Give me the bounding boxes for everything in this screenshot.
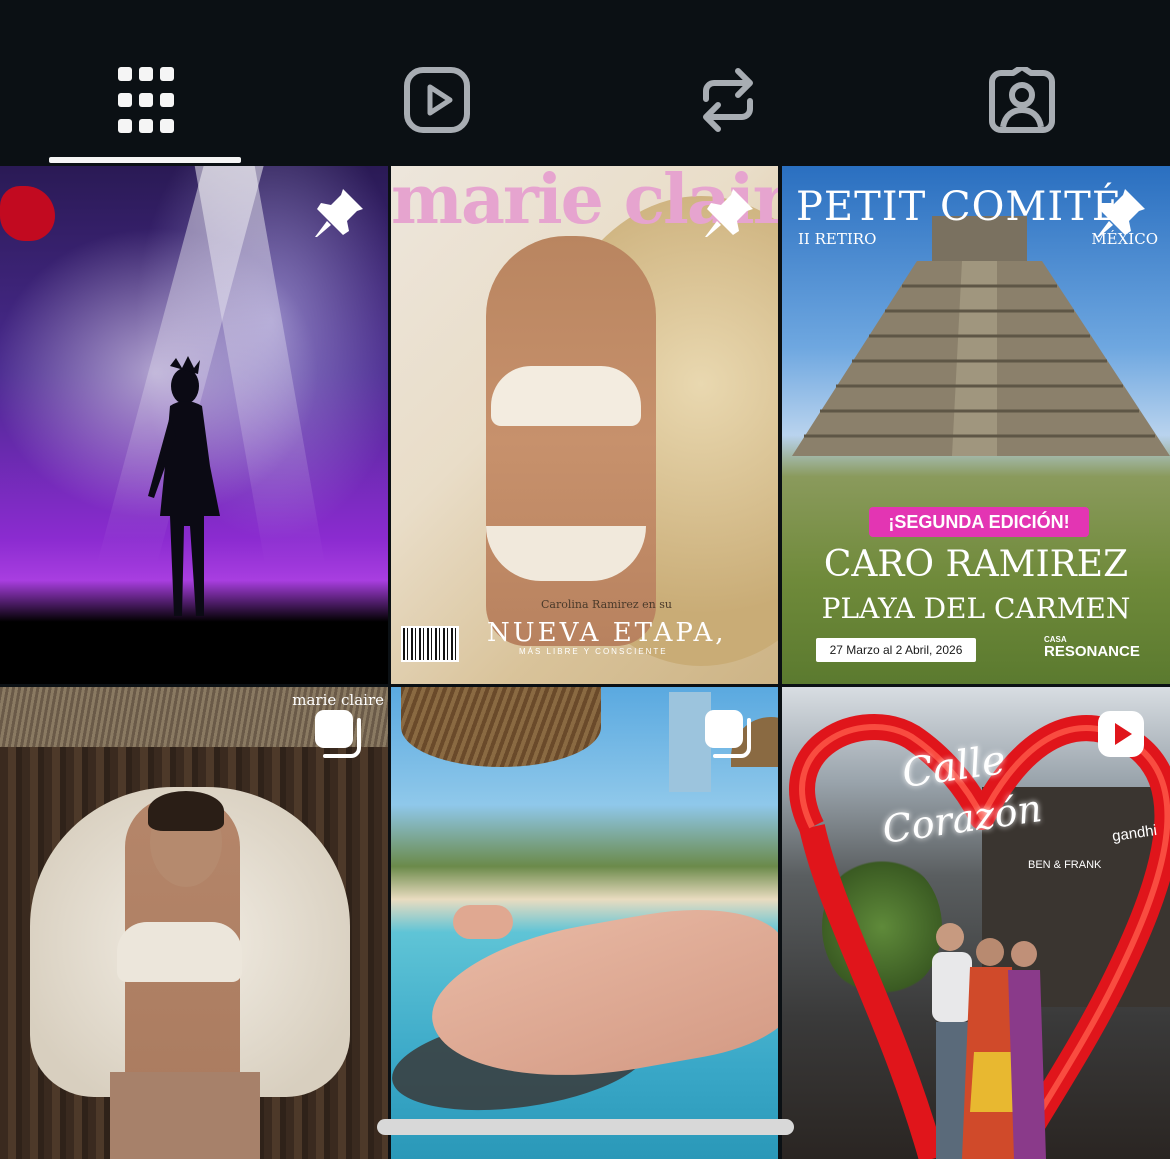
scroll-indicator[interactable]: [377, 1119, 794, 1135]
post-thumbnail-magazine[interactable]: marie claire Carolina Ramirez en su NUEV…: [391, 166, 778, 684]
selected-tab-indicator: [49, 157, 241, 163]
tab-tagged[interactable]: [962, 50, 1082, 150]
hand: [453, 905, 513, 939]
performer-silhouette: [148, 356, 220, 616]
tagged-icon: [989, 67, 1055, 133]
beach-umbrella: [401, 687, 601, 767]
poster-name: CARO RAMIREZ: [823, 544, 1129, 585]
cover-subline: Carolina Ramirez en su: [541, 598, 672, 611]
edition-badge: ¡SEGUNDA EDICIÓN!: [869, 507, 1089, 537]
model-top: [491, 366, 641, 426]
post-thumbnail-pool[interactable]: [391, 687, 778, 1159]
carousel-icon: [315, 710, 361, 758]
reel-icon: [1098, 711, 1144, 757]
tab-reels[interactable]: [377, 50, 497, 150]
pin-icon: [315, 189, 363, 237]
reel-badge: [1094, 707, 1148, 761]
store-sign: BEN & FRANK: [1028, 859, 1102, 871]
model-top: [117, 922, 242, 982]
carousel-badge: [312, 707, 366, 761]
post-thumbnail-heart-sign[interactable]: Calle Corazón gandhi BEN & FRANK: [782, 687, 1170, 1159]
posts-grid: marie claire Carolina Ramirez en su NUEV…: [0, 166, 1170, 1159]
poster-brand-name: RESONANCE: [1044, 643, 1140, 660]
model-figure: [486, 236, 656, 646]
decor: [0, 186, 55, 241]
poster-place: PLAYA DEL CARMEN: [821, 592, 1131, 625]
pinned-badge: [1094, 186, 1148, 240]
carousel-badge: [702, 707, 756, 761]
reels-icon: [404, 67, 470, 133]
tab-grid[interactable]: [86, 50, 206, 150]
post-thumbnail-concert[interactable]: [0, 166, 388, 684]
barcode: [401, 626, 459, 662]
poster-brand: CASA RESONANCE: [1044, 636, 1140, 660]
cover-headline: NUEVA ETAPA,: [487, 618, 727, 648]
pinned-badge: [702, 186, 756, 240]
poster-title: PETIT COMITÉ: [796, 184, 1123, 230]
poster-retiro: II RETIRO: [798, 230, 877, 248]
stage: [0, 626, 388, 684]
pinned-badge: [312, 186, 366, 240]
carousel-icon: [705, 710, 751, 758]
tab-reposts[interactable]: [668, 50, 788, 150]
people-group: [932, 923, 1046, 1159]
pin-icon: [1097, 189, 1145, 237]
grid-icon: [118, 67, 174, 133]
model-hair: [148, 791, 224, 831]
cover-tagline: MÁS LIBRE Y CONSCIENTE: [519, 647, 668, 656]
post-thumbnail-retreat[interactable]: PETIT COMITÉ II RETIRO MÉXICO ¡SEGUNDA E…: [782, 166, 1170, 684]
profile-tab-bar: [0, 0, 1170, 166]
repost-icon: [703, 68, 753, 132]
pin-icon: [705, 189, 753, 237]
model-pants: [110, 1072, 260, 1159]
poster-dates: 27 Marzo al 2 Abril, 2026: [816, 638, 976, 662]
post-thumbnail-fur-coat[interactable]: marie claire: [0, 687, 388, 1159]
